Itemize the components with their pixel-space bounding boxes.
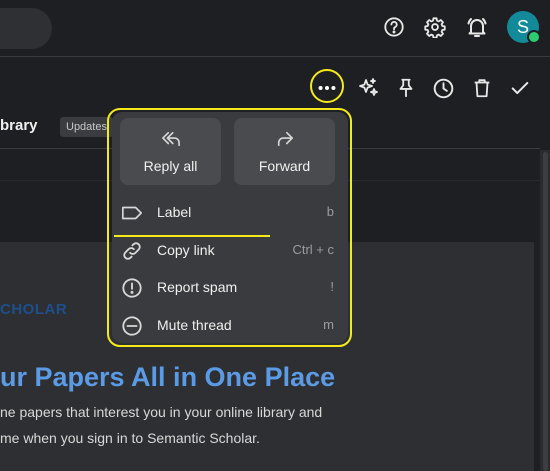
menu-item-text: Label (157, 204, 192, 220)
mute-minus-circle-icon (120, 314, 144, 338)
link-icon (120, 239, 144, 263)
menu-item-shortcut: m (323, 317, 334, 332)
thread-subject: brary (0, 117, 38, 134)
newsletter-text-line-2: me when you sign in to Semantic Scholar. (0, 430, 260, 446)
reply-all-label: Reply all (143, 158, 198, 174)
reply-all-button[interactable]: Reply all (120, 118, 221, 185)
gear-icon[interactable] (422, 14, 448, 40)
email-app-window: S brary Updates CHOLAR ur Papers All in … (0, 0, 550, 471)
check-icon[interactable] (507, 75, 533, 101)
forward-button[interactable]: Forward (234, 118, 335, 185)
menu-item-text: Report spam (157, 279, 238, 295)
menu-item-mute-thread[interactable]: Mute thread m (114, 310, 346, 342)
pin-icon[interactable] (393, 75, 419, 101)
menu-item-shortcut: ! (330, 279, 334, 294)
menu-item-shortcut: Ctrl + c (292, 242, 334, 257)
newsletter-text-line-1: ne papers that interest you in your onli… (0, 404, 323, 420)
more-horizontal-icon[interactable] (314, 75, 340, 101)
scrollbar-thumb[interactable] (543, 152, 548, 471)
online-status-dot (527, 30, 541, 44)
newsletter-headline: ur Papers All in One Place (0, 362, 336, 392)
trash-icon[interactable] (469, 75, 495, 101)
menu-item-text: Mute thread (157, 317, 232, 333)
forward-label: Forward (258, 158, 311, 174)
newsletter-brand: CHOLAR (0, 301, 68, 318)
category-badge[interactable]: Updates (60, 117, 113, 137)
reply-all-icon (161, 131, 180, 147)
sparkle-icon[interactable] (355, 75, 381, 101)
menu-item-report-spam[interactable]: Report spam ! (114, 272, 346, 304)
top-header: S (0, 0, 550, 56)
avatar[interactable]: S (507, 11, 541, 44)
forward-icon (277, 131, 293, 147)
label-tag-icon (120, 201, 144, 225)
help-circle-icon[interactable] (381, 14, 407, 40)
search-box[interactable] (0, 8, 52, 49)
menu-item-label[interactable]: Label b (114, 197, 346, 229)
menu-item-text: Copy link (157, 242, 215, 258)
bell-ring-icon[interactable] (464, 14, 490, 40)
clock-icon[interactable] (430, 75, 456, 101)
menu-item-copy-link[interactable]: Copy link Ctrl + c (114, 235, 346, 267)
menu-item-shortcut: b (326, 204, 334, 219)
header-divider (0, 56, 550, 57)
alert-circle-icon (120, 276, 144, 300)
